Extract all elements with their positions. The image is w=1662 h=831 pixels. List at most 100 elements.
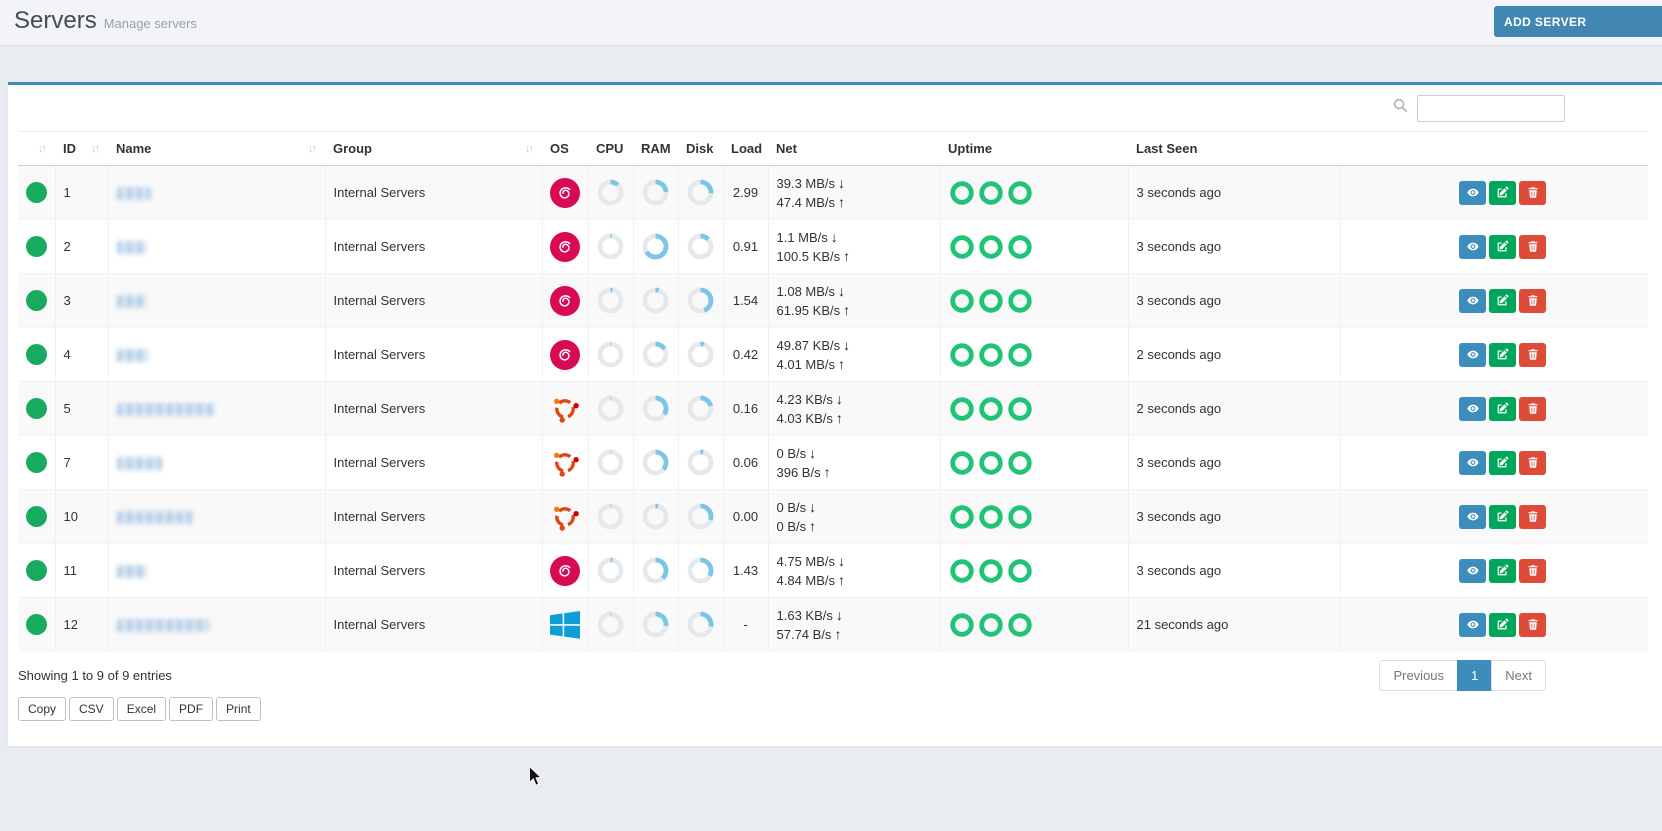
download-arrow-icon: ↓ <box>838 552 846 569</box>
delete-server-button[interactable] <box>1519 504 1546 529</box>
search-input[interactable] <box>1417 94 1565 122</box>
edit-server-button[interactable] <box>1489 180 1516 205</box>
server-name-link[interactable] <box>116 509 193 525</box>
view-server-button[interactable] <box>1459 180 1486 205</box>
delete-server-button[interactable] <box>1519 288 1546 313</box>
status-online-dot <box>25 506 47 527</box>
ram-gauge <box>642 341 669 368</box>
download-arrow-icon: ↓ <box>838 282 846 299</box>
view-server-button[interactable] <box>1459 396 1486 421</box>
eye-icon <box>1466 404 1479 413</box>
server-name-link[interactable] <box>116 347 148 363</box>
table-row: 2 Internal Servers 0.91 1.1 MB/s ↓ 100.5 … <box>18 219 1648 274</box>
windows-icon <box>550 610 580 639</box>
pagination-page-1[interactable]: 1 <box>1457 659 1493 691</box>
cell-os <box>541 489 588 544</box>
column-header-group[interactable]: Group ↓↑ <box>325 131 542 166</box>
edit-server-button[interactable] <box>1489 612 1516 637</box>
pagination-next[interactable]: Next <box>1491 659 1546 691</box>
edit-server-button[interactable] <box>1489 450 1516 475</box>
view-server-button[interactable] <box>1459 450 1486 475</box>
cell-last-seen: 21 seconds ago <box>1127 597 1340 652</box>
delete-server-button[interactable] <box>1519 342 1546 367</box>
column-header-name[interactable]: Name ↓↑ <box>108 131 325 166</box>
view-server-button[interactable] <box>1459 342 1486 367</box>
edit-icon <box>1497 564 1509 576</box>
export-excel-button[interactable]: Excel <box>116 696 167 721</box>
server-name-link[interactable] <box>116 185 151 201</box>
view-server-button[interactable] <box>1459 558 1486 583</box>
uptime-ring-icon <box>1007 234 1032 259</box>
server-name-link[interactable] <box>116 401 215 417</box>
delete-server-button[interactable] <box>1519 612 1546 637</box>
cell-last-seen: 2 seconds ago <box>1127 327 1340 382</box>
column-header-status[interactable]: ↓↑ <box>18 131 55 166</box>
edit-server-button[interactable] <box>1489 288 1516 313</box>
sort-icon: ↓↑ <box>525 142 534 155</box>
delete-server-button[interactable] <box>1519 558 1546 583</box>
cell-load: 2.99 <box>722 165 768 220</box>
edit-server-button[interactable] <box>1489 504 1516 529</box>
status-online-dot <box>25 398 47 419</box>
view-server-button[interactable] <box>1459 234 1486 259</box>
view-server-button[interactable] <box>1459 288 1486 313</box>
net-upload-value: 47.4 MB/s <box>776 194 836 210</box>
cell-load: 0.06 <box>722 435 768 490</box>
cell-last-seen: 2 seconds ago <box>1127 381 1340 436</box>
export-csv-button[interactable]: CSV <box>69 696 114 721</box>
view-server-button[interactable] <box>1459 612 1486 637</box>
table-row: 4 Internal Servers 0.42 49.87 KB/s ↓ 4.01… <box>18 327 1648 382</box>
cell-last-seen: 3 seconds ago <box>1127 273 1340 328</box>
pagination-previous[interactable]: Previous <box>1379 659 1459 691</box>
cell-actions <box>1339 219 1648 274</box>
redacted-server-name <box>116 457 162 471</box>
net-upload-value: 4.01 MB/s <box>776 356 836 372</box>
edit-icon <box>1497 510 1509 522</box>
edit-server-button[interactable] <box>1489 342 1516 367</box>
cell-load: 0.16 <box>722 381 768 436</box>
cell-name <box>107 597 325 652</box>
delete-server-button[interactable] <box>1519 234 1546 259</box>
export-pdf-button[interactable]: PDF <box>169 696 214 721</box>
edit-icon <box>1497 294 1509 306</box>
edit-server-button[interactable] <box>1489 396 1516 421</box>
server-name-link[interactable] <box>116 563 147 579</box>
table-row: 3 Internal Servers 1.54 1.08 MB/s ↓ 61.95… <box>18 273 1648 328</box>
cell-status <box>18 489 55 544</box>
export-copy-button[interactable]: Copy <box>18 696 67 721</box>
column-label: CPU <box>596 141 624 156</box>
server-name-link[interactable] <box>116 239 147 255</box>
delete-server-button[interactable] <box>1519 450 1546 475</box>
cell-ram <box>632 327 678 382</box>
trash-icon <box>1528 619 1537 630</box>
ram-gauge <box>642 557 669 584</box>
cell-disk <box>677 165 723 220</box>
edit-server-button[interactable] <box>1489 558 1516 583</box>
cell-disk <box>677 219 723 274</box>
upload-arrow-icon: ↑ <box>809 517 817 534</box>
download-arrow-icon: ↓ <box>835 390 843 407</box>
edit-server-button[interactable] <box>1489 234 1516 259</box>
server-name-link[interactable] <box>116 455 162 471</box>
delete-server-button[interactable] <box>1519 180 1546 205</box>
server-name-link[interactable] <box>116 293 147 309</box>
eye-icon <box>1466 458 1479 467</box>
cell-name <box>107 219 325 274</box>
cell-actions <box>1339 381 1648 436</box>
net-upload-value: 396 B/s <box>776 464 821 480</box>
export-print-button[interactable]: Print <box>216 696 261 721</box>
cell-id: 7 <box>54 435 108 490</box>
server-name-link[interactable] <box>116 617 209 633</box>
view-server-button[interactable] <box>1459 504 1486 529</box>
column-header-id[interactable]: ID ↓↑ <box>55 131 108 166</box>
uptime-ring-icon <box>978 396 1003 421</box>
eye-icon <box>1466 296 1479 305</box>
cell-status <box>18 273 55 328</box>
cell-name <box>107 435 325 490</box>
delete-server-button[interactable] <box>1519 396 1546 421</box>
column-header-os: OS <box>542 131 588 166</box>
add-server-button[interactable]: ADD SERVER <box>1494 6 1662 37</box>
cell-uptime <box>939 327 1128 382</box>
cell-group: Internal Servers <box>324 219 542 274</box>
cell-ram <box>632 597 678 652</box>
